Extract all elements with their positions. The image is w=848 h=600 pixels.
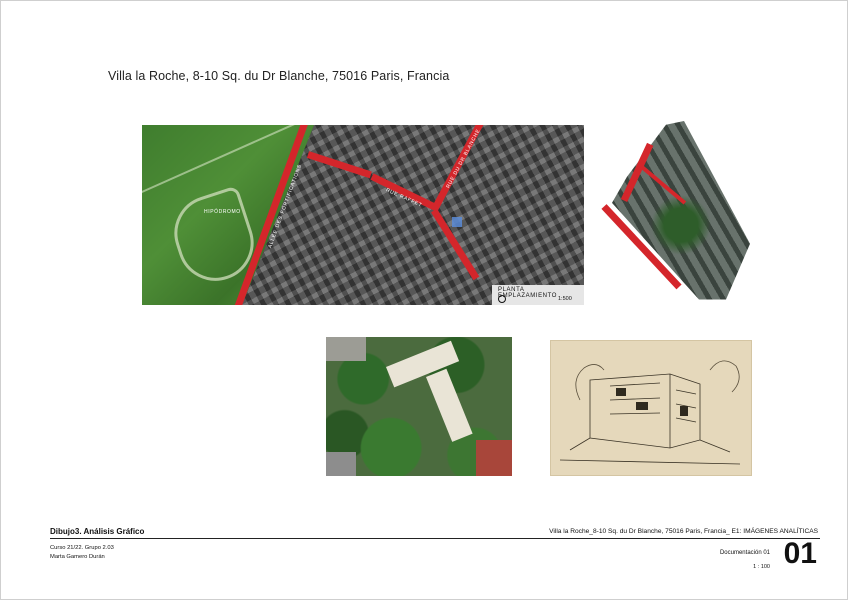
garden-trees (651, 195, 711, 255)
footer-divider (50, 538, 820, 539)
doc-number: 01 (783, 537, 817, 570)
site-marker (452, 217, 462, 227)
park-label: HIPÓDROMO (204, 209, 241, 215)
course-title: Dibujo3. Análisis Gráfico (50, 527, 145, 536)
project-line: Villa la Roche_8-10 Sq. du Dr Blanche, 7… (549, 528, 818, 535)
villa-sketch-drawing (550, 340, 752, 476)
footer-scale: 1 : 100 (753, 564, 770, 570)
page-title: Villa la Roche, 8-10 Sq. du Dr Blanche, … (108, 69, 450, 83)
villa-roof (426, 368, 473, 442)
author-name: Marta Gamero Durán (50, 554, 105, 560)
site-aerial-map: ALLÉE DES FORTIFICATIONS RUE RAFFET RUE … (142, 125, 584, 305)
neighbor-roof (326, 452, 356, 476)
north-arrow-icon (498, 295, 506, 303)
site-zoom-cutout (596, 115, 776, 315)
map-scale: 1:500 (558, 296, 572, 302)
villa-aerial-photo (326, 337, 512, 476)
neighbor-roof (476, 440, 512, 476)
doc-label: Documentación 01 (719, 550, 770, 556)
course-group: Curso 21/22. Grupo 2.03 (50, 545, 114, 551)
sketch-lines (559, 360, 741, 465)
neighbor-roof (326, 337, 366, 361)
